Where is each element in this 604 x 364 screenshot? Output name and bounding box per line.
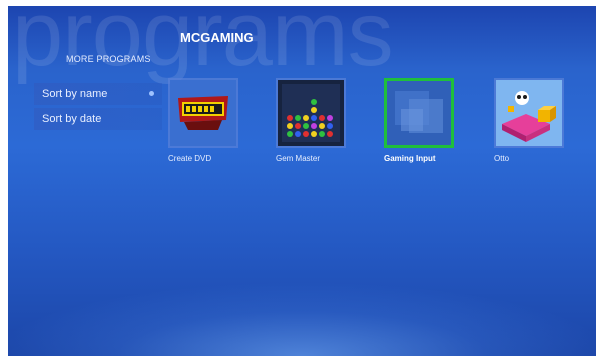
gaming-input-thumbnail[interactable]: [384, 78, 454, 148]
media-center-screen: programs MCGAMING MORE PROGRAMS Sort by …: [8, 6, 596, 356]
page-title: MCGAMING: [180, 30, 254, 45]
otto-label: Otto: [494, 154, 510, 163]
otto-thumbnail[interactable]: [494, 78, 564, 148]
sort-by-name-button[interactable]: Sort by name: [34, 83, 162, 105]
generic-app-icon: [387, 81, 451, 145]
sort-menu: Sort by name Sort by date: [34, 83, 162, 133]
sort-by-date-label: Sort by date: [42, 113, 102, 125]
program-tile-gem-master[interactable]: Gem Master: [276, 78, 346, 163]
create-dvd-label: Create DVD: [168, 154, 212, 163]
program-tile-gaming-input[interactable]: Gaming Input: [384, 78, 454, 163]
gaming-input-label: Gaming Input: [384, 154, 436, 163]
otto-game-icon: [496, 80, 562, 146]
selected-dot-icon: [149, 91, 154, 96]
gem-master-label: Gem Master: [276, 154, 321, 163]
gem-grid-icon: [278, 80, 344, 146]
program-tile-otto[interactable]: Otto: [494, 78, 564, 163]
gem-master-thumbnail[interactable]: [276, 78, 346, 148]
primetime-logo-icon: [170, 80, 236, 146]
create-dvd-thumbnail[interactable]: [168, 78, 238, 148]
more-programs-heading: MORE PROGRAMS: [66, 54, 151, 64]
sort-by-date-button[interactable]: Sort by date: [34, 108, 162, 130]
program-tile-create-dvd[interactable]: Create DVD: [168, 78, 238, 163]
sort-by-name-label: Sort by name: [42, 88, 108, 100]
